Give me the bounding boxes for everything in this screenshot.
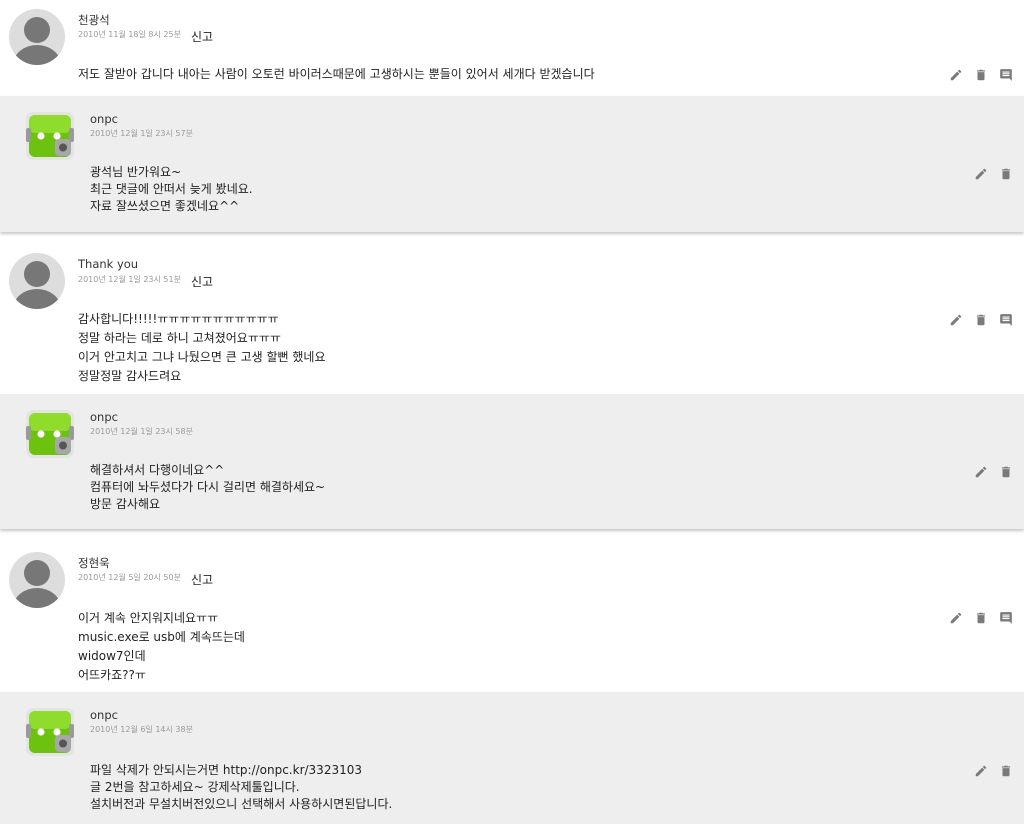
reply-block-1: onpc 2010년 12월 1일 23시 57분 광석님 반가워요~ 최근 댓… (0, 96, 1024, 232)
comment-thread-3: 정현욱 2010년 12월 5일 20시 50분 신고 이거 계속 안지워지네요… (0, 540, 1024, 692)
reply-actions (973, 464, 1014, 480)
reply-actions (973, 166, 1014, 182)
comment-icon[interactable] (998, 67, 1014, 83)
pencil-icon[interactable] (973, 464, 989, 480)
reply-block-3: onpc 2010년 12월 6일 14시 38분 파일 삭제가 안되시는거면 … (0, 692, 1024, 824)
trash-icon[interactable] (998, 464, 1014, 480)
pencil-icon[interactable] (973, 166, 989, 182)
trash-icon[interactable] (973, 67, 989, 83)
pencil-icon[interactable] (948, 312, 964, 328)
comment-thread-2: Thank you 2010년 12월 1일 23시 51분 신고 감사합니다!… (0, 242, 1024, 394)
pencil-icon[interactable] (948, 67, 964, 83)
comment-line: 저도 잘받아 갑니다 내아는 사람이 오토런 바이러스때문에 고생하시는 뿐들이… (78, 67, 595, 81)
report-link[interactable]: 신고 (191, 273, 213, 290)
report-link[interactable]: 신고 (191, 571, 213, 588)
default-avatar (9, 253, 65, 309)
comment-line: 이거 계속 안지워지네요ㅠㅠ (78, 611, 219, 625)
comment-author: Thank you (78, 257, 139, 271)
trash-icon[interactable] (998, 763, 1014, 779)
reply-block-2: onpc 2010년 12월 1일 23시 58분 해결하셔서 다행이네요^^ … (0, 394, 1024, 529)
robot-avatar (26, 708, 74, 756)
comment-body: 이거 계속 안지워지네요ㅠㅠ music.exe로 usb에 계속뜨는데 wid… (78, 609, 245, 685)
comment-icon[interactable] (998, 312, 1014, 328)
comment-date: 2010년 12월 1일 23시 51분 (78, 275, 181, 284)
comment-line: 정말정말 감사드려요 (78, 369, 182, 383)
default-avatar (9, 552, 65, 608)
trash-icon[interactable] (998, 166, 1014, 182)
comment-body: 감사합니다!!!!!ㅠㅠㅠㅠㅠㅠㅠㅠㅠㅠㅠ 정말 하라는 데로 하니 고쳐졌어요… (78, 310, 326, 386)
reply-line: 최근 댓글에 안떠서 늦게 봤네요. (90, 182, 253, 196)
comment-actions (948, 67, 1014, 83)
comment-thread-1: 천광석 2010년 11월 18일 8시 25분 신고 저도 잘받아 갑니다 내… (0, 0, 1024, 96)
comment-line: 정말 하라는 데로 하니 고쳐졌어요ㅠㅠㅠ (78, 331, 281, 345)
comment-author: 천광석 (78, 13, 110, 27)
report-link[interactable]: 신고 (191, 28, 213, 45)
reply-author: onpc (90, 112, 118, 126)
trash-icon[interactable] (973, 610, 989, 626)
reply-body: 해결하셔서 다행이네요^^ 컴퓨터에 놔두셨다가 다시 걸리면 해결하세요~ 방… (90, 462, 325, 513)
reply-line: 설치버전과 무설치버전있으니 선택해서 사용하시면된답니다. (90, 797, 393, 811)
reply-date: 2010년 12월 1일 23시 58분 (90, 427, 193, 436)
comment-body: 저도 잘받아 갑니다 내아는 사람이 오토런 바이러스때문에 고생하시는 뿐들이… (78, 65, 595, 84)
reply-line: 컴퓨터에 놔두셨다가 다시 걸리면 해결하세요~ (90, 480, 326, 494)
reply-line: 방문 감사해요 (90, 497, 161, 511)
comment-author: 정현욱 (78, 556, 110, 570)
comment-line: widow7인데 (78, 649, 146, 663)
pencil-icon[interactable] (973, 763, 989, 779)
comment-line: 어뜨카죠??ㅠ (78, 668, 146, 682)
reply-author: onpc (90, 708, 118, 722)
comment-line: 이거 안고치고 그냐 나뒀으면 큰 고생 할뻔 했네요 (78, 350, 326, 364)
reply-line: 글 2번을 참고하세요~ 강제삭제툴입니다. (90, 780, 300, 794)
reply-line: 광석님 반가워요~ (90, 165, 182, 179)
comment-icon[interactable] (998, 610, 1014, 626)
comment-actions (948, 312, 1014, 328)
comment-actions (948, 610, 1014, 626)
robot-avatar (26, 410, 74, 458)
reply-line: 파일 삭제가 안되시는거면 http://onpc.kr/3323103 (90, 763, 362, 777)
comment-date: 2010년 11월 18일 8시 25분 (78, 30, 181, 39)
comment-date: 2010년 12월 5일 20시 50분 (78, 573, 181, 582)
comment-line: 감사합니다!!!!!ㅠㅠㅠㅠㅠㅠㅠㅠㅠㅠㅠ (78, 312, 279, 326)
comment-line: music.exe로 usb에 계속뜨는데 (78, 630, 245, 644)
robot-avatar (26, 112, 74, 160)
reply-line: 자료 잘쓰셨으면 좋겠네요^^ (90, 199, 240, 213)
reply-body: 파일 삭제가 안되시는거면 http://onpc.kr/3323103 글 2… (90, 762, 392, 813)
reply-author: onpc (90, 410, 118, 424)
trash-icon[interactable] (973, 312, 989, 328)
reply-actions (973, 763, 1014, 779)
reply-body: 광석님 반가워요~ 최근 댓글에 안떠서 늦게 봤네요. 자료 잘쓰셨으면 좋겠… (90, 164, 253, 215)
reply-line: 해결하셔서 다행이네요^^ (90, 463, 225, 477)
pencil-icon[interactable] (948, 610, 964, 626)
reply-date: 2010년 12월 6일 14시 38분 (90, 725, 193, 734)
reply-date: 2010년 12월 1일 23시 57분 (90, 129, 193, 138)
default-avatar (9, 9, 65, 65)
